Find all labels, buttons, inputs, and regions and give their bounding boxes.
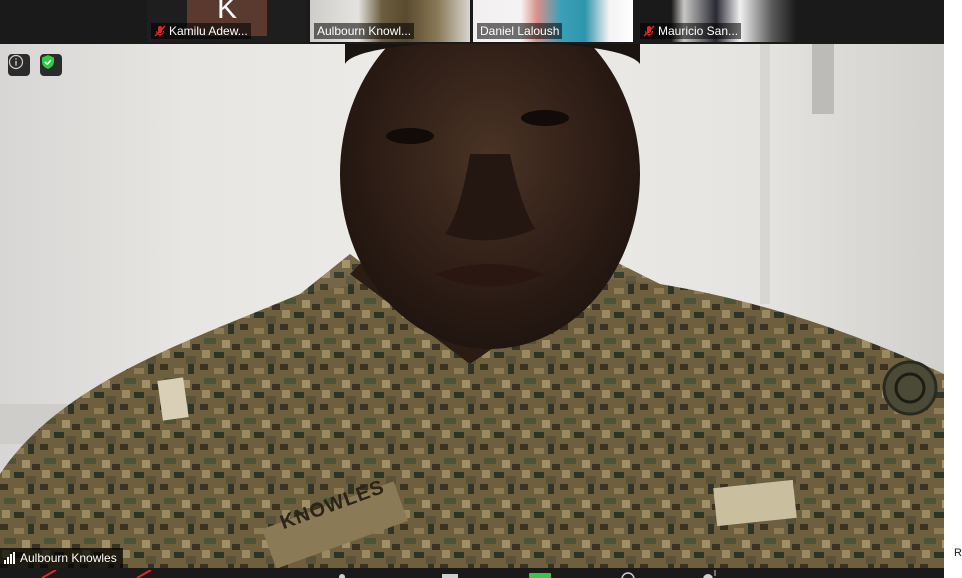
zoom-meeting-window: K Kamilu Adew... Aulbourn Knowl... Danie… [0,0,944,578]
chat-icon[interactable] [440,570,460,578]
speaker-name-tag: Aulbourn Knowles [0,548,123,568]
mic-muted-icon [643,25,655,37]
speaker-video-feed [0,44,944,568]
meeting-info-button[interactable] [8,54,30,76]
participant-label: Kamilu Adew... [151,23,251,39]
reactions-icon[interactable] [700,570,720,578]
share-screen-icon[interactable] [528,570,552,578]
participant-thumb-kamilu[interactable]: K Kamilu Adew... [147,0,307,42]
mic-muted-icon [154,25,166,37]
meeting-toolbar [0,568,944,578]
info-icon [8,54,24,70]
participant-thumb-daniel[interactable]: Daniel Laloush [473,0,633,42]
participant-name: Kamilu Adew... [169,24,248,38]
side-panel-text: R [954,547,962,559]
main-video[interactable]: KNOWLES Aulbourn Knowles [0,44,944,568]
participant-name: Daniel Laloush [480,24,560,38]
video-off-icon[interactable] [135,570,153,578]
gallery-strip: K Kamilu Adew... Aulbourn Knowl... Danie… [0,0,944,44]
record-icon[interactable] [618,570,638,578]
participant-thumb-mauricio[interactable]: Mauricio San... [636,0,796,42]
signal-bars-icon [4,552,15,564]
speaker-name: Aulbourn Knowles [20,551,117,565]
shield-check-icon [42,55,54,69]
participant-name: Aulbourn Knowl... [317,24,412,38]
participants-icon[interactable] [333,570,351,578]
participant-label: Aulbourn Knowl... [314,23,415,39]
participant-thumb-aulbourn[interactable]: Aulbourn Knowl... [310,0,470,42]
participant-name: Mauricio San... [658,24,739,38]
encryption-button[interactable] [40,54,62,76]
participant-label: Daniel Laloush [477,23,563,39]
participant-label: Mauricio San... [640,23,742,39]
mic-muted-icon[interactable] [40,570,58,578]
